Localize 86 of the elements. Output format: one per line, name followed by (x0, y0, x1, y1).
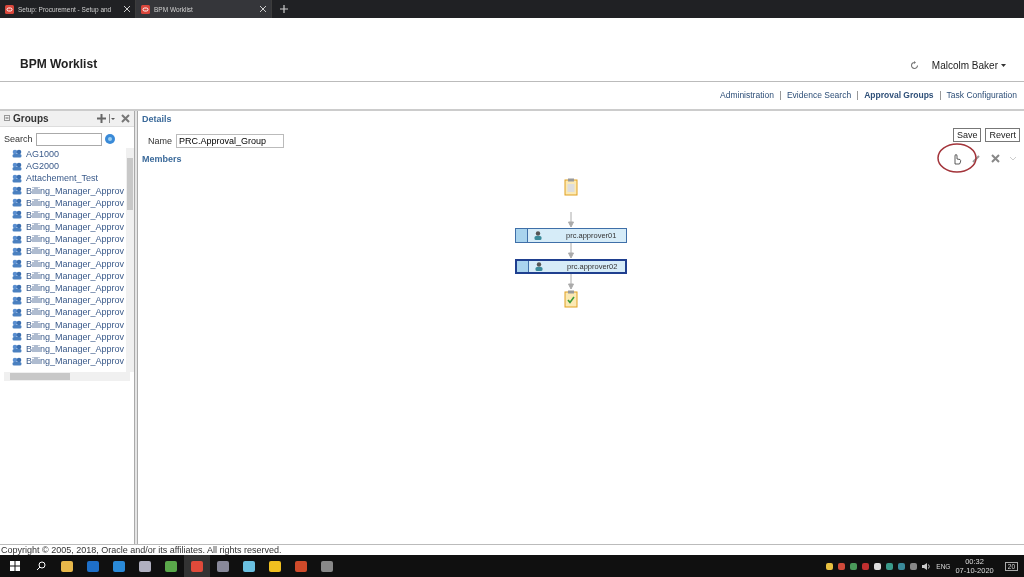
windows-start-icon[interactable] (10, 561, 20, 571)
name-label: Name (148, 135, 172, 146)
close-icon[interactable] (124, 6, 130, 12)
app-icon (141, 4, 150, 14)
app-icon[interactable] (139, 560, 151, 572)
group-item[interactable]: Billing_Manager_Approv (12, 330, 126, 343)
group-icon (12, 320, 22, 330)
clipboard-icon (564, 177, 578, 196)
horizontal-scrollbar[interactable] (4, 371, 130, 381)
group-icon (12, 307, 22, 317)
group-item[interactable]: Billing_Manager_Approv (12, 184, 126, 197)
app-icon[interactable] (217, 560, 229, 572)
group-icon (12, 234, 22, 244)
app-icon[interactable] (321, 560, 333, 572)
group-item[interactable]: Billing_Manager_Approv (12, 196, 126, 209)
group-item[interactable]: Billing_Manager_Approv (12, 208, 126, 221)
delete-icon[interactable] (991, 154, 1000, 164)
nav-link[interactable]: Task Configuration (946, 90, 1017, 101)
app-icon[interactable] (243, 560, 255, 572)
dropdown-icon[interactable] (109, 113, 115, 123)
group-icon (12, 149, 22, 159)
group-icon (12, 161, 22, 171)
annotation-circle (936, 141, 978, 174)
section-title: Details (142, 113, 172, 124)
connector-arrow (568, 273, 574, 290)
section-title: Members (142, 153, 182, 164)
group-item[interactable]: AG2000 (12, 160, 126, 173)
action-button[interactable]: Save (952, 127, 982, 142)
group-item[interactable]: Billing_Manager_Approv (12, 233, 126, 246)
group-icon (12, 186, 22, 195)
group-icon (12, 295, 22, 305)
new-tab-icon[interactable] (280, 5, 288, 13)
group-item[interactable]: Billing_Manager_Approv (12, 318, 126, 331)
app-icon[interactable] (269, 560, 281, 572)
name-field[interactable]: PRC.Approval_Group (176, 133, 284, 148)
group-icon (12, 271, 22, 281)
app-icon[interactable] (61, 560, 73, 572)
group-item[interactable]: Billing_Manager_Approv (12, 220, 126, 234)
group-item[interactable]: Billing_Manager_Approv (12, 269, 126, 282)
app-icon[interactable] (113, 560, 125, 572)
connector-arrow (568, 211, 574, 228)
edit-icon[interactable] (972, 154, 981, 164)
close-icon[interactable] (260, 6, 266, 12)
app-icon[interactable] (165, 560, 177, 572)
help-icon[interactable] (104, 134, 115, 145)
group-icon (12, 344, 22, 354)
group-item[interactable]: AG1000 (12, 147, 126, 161)
nav-link[interactable]: Evidence Search (786, 90, 852, 101)
hand-cursor-icon (952, 152, 962, 165)
app-title: BPM Worklist (20, 56, 98, 71)
group-icon (12, 173, 22, 183)
vertical-scrollbar[interactable] (126, 147, 134, 372)
add-icon[interactable] (97, 113, 106, 123)
caret-icon[interactable] (1001, 63, 1006, 67)
group-icon (12, 210, 22, 220)
user-icon (534, 230, 542, 240)
search-field[interactable] (35, 132, 102, 146)
search-label: Search (4, 134, 33, 145)
action-button[interactable]: Revert (985, 127, 1020, 142)
search-icon[interactable] (36, 561, 46, 571)
group-item[interactable]: Billing_Manager_Approv (12, 294, 126, 307)
group-icon (12, 198, 22, 208)
group-item[interactable]: Attachement_Test (12, 172, 126, 185)
volume-icon[interactable] (922, 562, 932, 570)
approved-clipboard-icon (564, 289, 578, 308)
group-icon (12, 246, 22, 256)
nav-link[interactable]: Administration (720, 90, 774, 101)
user-icon (535, 261, 543, 271)
group-icon (12, 259, 22, 269)
refresh-icon[interactable] (909, 60, 919, 70)
panel-title: Groups (13, 112, 50, 124)
group-icon (12, 356, 22, 366)
group-item[interactable]: Billing_Manager_Approv (12, 355, 126, 368)
group-icon (12, 283, 22, 293)
group-item[interactable]: Billing_Manager_Approv (12, 342, 126, 356)
group-item[interactable]: Billing_Manager_Approv (12, 306, 126, 319)
group-item[interactable]: Billing_Manager_Approv (12, 257, 126, 270)
group-icon (12, 222, 22, 232)
copyright-text: Copyright © 2005, 2018, Oracle and/or its affiliates. All rights reserved. (0, 545, 283, 555)
user-menu[interactable]: Malcolm Baker (931, 59, 998, 71)
app-icon (5, 4, 14, 14)
group-item[interactable]: Billing_Manager_Approv (12, 245, 126, 258)
group-item[interactable]: Billing_Manager_Approv (12, 281, 126, 295)
connector-arrow (568, 242, 574, 259)
nav-link[interactable]: Approval Groups (864, 90, 934, 101)
group-icon (12, 332, 22, 342)
